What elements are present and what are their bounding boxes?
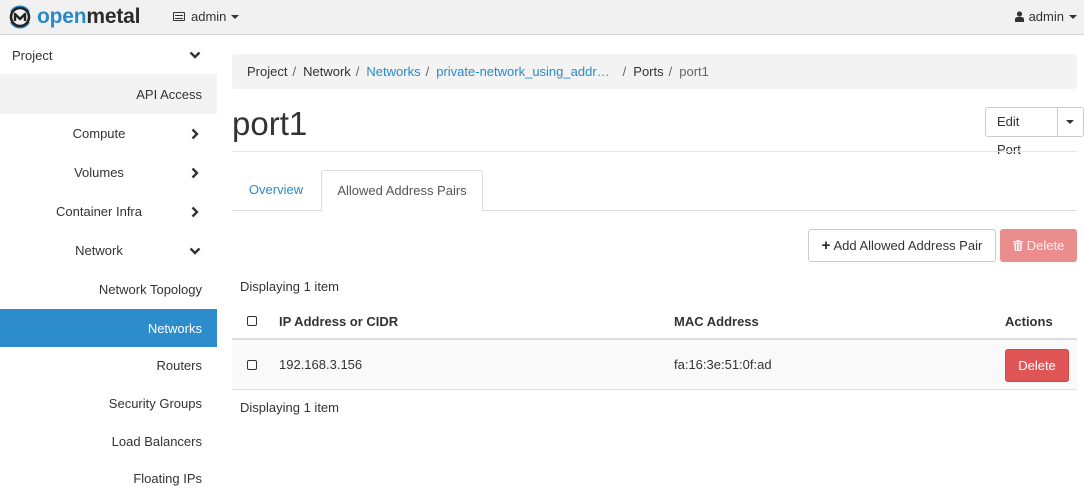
chevron-down-icon [189, 51, 201, 59]
page-title: port1 [232, 105, 308, 142]
user-menu-label: admin [1028, 9, 1064, 24]
add-button-label: Add Allowed Address Pair [833, 238, 983, 253]
item-count-bottom: Displaying 1 item [240, 400, 339, 415]
sidebar-item-load-balancers[interactable]: Load Balancers [0, 422, 217, 460]
breadcrumb-network-name-link[interactable]: private-network_using_addr… [436, 64, 609, 79]
plus-icon: + [821, 237, 831, 254]
sidebar-item-network-topology[interactable]: Network Topology [0, 270, 217, 308]
chevron-right-icon [191, 167, 199, 178]
tab-allowed-address-pairs[interactable]: Allowed Address Pairs [321, 170, 483, 212]
chevron-right-icon [191, 128, 199, 139]
brand-open: open [37, 5, 87, 28]
row-delete-button[interactable]: Delete [1005, 349, 1069, 382]
sidebar-item-networks[interactable]: Networks [0, 309, 217, 347]
sidebar-item-network[interactable]: Network [0, 231, 217, 270]
sidebar-item-container-infra[interactable]: Container Infra [0, 192, 217, 231]
caret-down-icon [231, 14, 240, 19]
sidebar-item-label: Floating IPs [133, 470, 202, 486]
row-checkbox[interactable] [247, 360, 257, 370]
delete-selected-button[interactable]: Delete [1000, 229, 1077, 262]
sidebar-item-compute[interactable]: Compute [0, 114, 217, 153]
edit-port-button-group: Edit Port [985, 107, 1084, 157]
sidebar-item-label: Load Balancers [111, 433, 202, 449]
sidebar-item-label: API Access [136, 86, 202, 102]
column-header-ip[interactable]: IP Address or CIDR [279, 314, 398, 329]
breadcrumb-project: Project [247, 64, 288, 79]
column-header-actions: Actions [1005, 314, 1053, 329]
chevron-right-icon [191, 206, 199, 217]
sidebar-item-label: Project [12, 47, 53, 63]
title-divider [232, 151, 1077, 152]
breadcrumb: Project / Network / Networks / private-netw… [232, 54, 1077, 89]
breadcrumb-ports: Ports [633, 64, 664, 79]
breadcrumb-current: port1 [679, 64, 709, 79]
item-count-top: Displaying 1 item [240, 279, 339, 294]
add-allowed-address-pair-button[interactable]: + Add Allowed Address Pair [808, 229, 996, 262]
more-actions-dropdown-toggle[interactable] [1057, 107, 1084, 137]
column-header-mac[interactable]: MAC Address [674, 314, 759, 329]
sidebar-item-volumes[interactable]: Volumes [0, 153, 217, 192]
delete-button-label: Delete [1026, 238, 1065, 253]
breadcrumb-network: Network [303, 64, 351, 79]
sidebar-item-label: Compute [72, 126, 126, 141]
table-row: 192.168.3.156 fa:16:3e:51:0f:ad Delete [232, 340, 1077, 390]
breadcrumb-separator: / [622, 64, 627, 79]
sidebar-item-routers[interactable]: Routers [0, 346, 217, 384]
user-menu[interactable]: admin [1014, 9, 1077, 24]
sidebar-item-project[interactable]: Project [0, 36, 217, 74]
chevron-down-icon [189, 247, 201, 255]
sidebar-item-label: Network [75, 243, 123, 258]
brand-metal: metal [86, 5, 141, 28]
breadcrumb-separator: / [425, 64, 430, 79]
tabs: Overview Allowed Address Pairs [232, 170, 1077, 212]
sidebar-item-security-groups[interactable]: Security Groups [0, 384, 217, 422]
table-header: IP Address or CIDR MAC Address Actions [232, 302, 1077, 340]
breadcrumb-networks-link[interactable]: Networks [366, 64, 420, 79]
caret-down-icon [1069, 14, 1077, 19]
breadcrumb-separator: / [355, 64, 360, 79]
top-navbar: openmetal admin admin [0, 0, 1084, 35]
project-icon [173, 12, 185, 21]
breadcrumb-separator: / [668, 64, 673, 79]
allowed-address-pairs-table: IP Address or CIDR MAC Address Actions 1… [232, 302, 1077, 390]
sidebar-item-floating-ips[interactable]: Floating IPs [0, 459, 217, 497]
openmetal-logo-icon [9, 5, 31, 29]
tab-overview[interactable]: Overview [232, 170, 320, 211]
caret-down-icon [1066, 120, 1075, 124]
breadcrumb-separator: / [292, 64, 297, 79]
brand-name: openmetal [37, 4, 140, 30]
mac-address-cell: fa:16:3e:51:0f:ad [674, 357, 772, 372]
sidebar-item-api-access[interactable]: API Access [0, 74, 217, 114]
select-all-checkbox[interactable] [247, 316, 257, 326]
sidebar-item-label: Security Groups [108, 395, 202, 411]
sidebar-item-label: Routers [156, 357, 202, 373]
project-selector-label: admin [191, 9, 227, 24]
sidebar-item-label: Network Topology [98, 281, 202, 297]
edit-port-button[interactable]: Edit Port [985, 107, 1058, 157]
ip-address-cell: 192.168.3.156 [279, 357, 363, 372]
sidebar-item-label: Volumes [74, 165, 124, 180]
sidebar-item-label: Container Infra [56, 204, 142, 219]
project-selector[interactable]: admin [173, 9, 240, 24]
user-icon [1014, 11, 1024, 22]
trash-icon [1012, 240, 1023, 251]
sidebar-item-label: Networks [147, 320, 202, 336]
brand-logo[interactable]: openmetal [7, 4, 140, 30]
